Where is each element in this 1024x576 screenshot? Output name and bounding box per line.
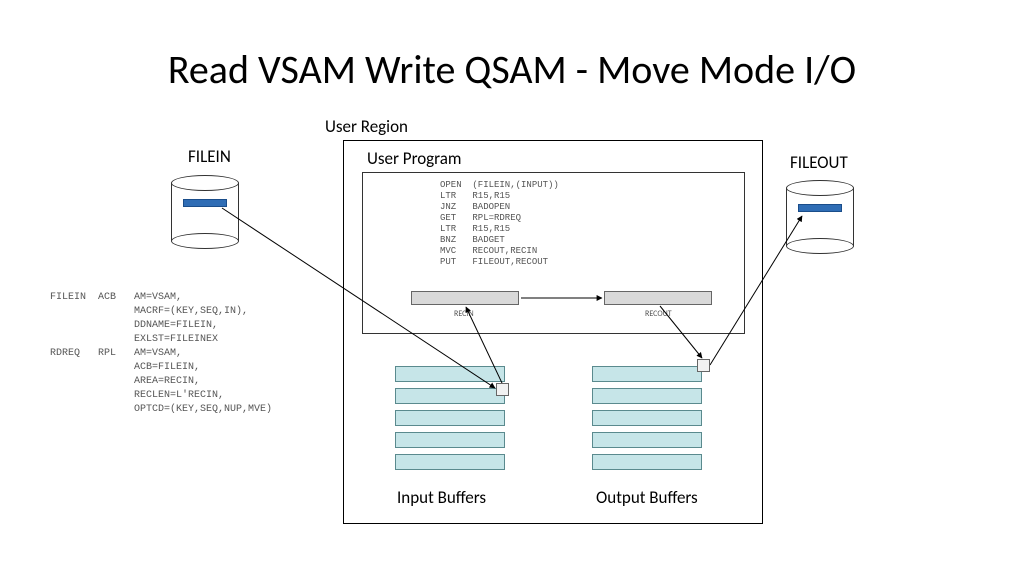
user-program-label: User Program xyxy=(367,148,462,169)
buffer-row xyxy=(395,432,505,448)
recin-label: RECIN xyxy=(454,309,474,319)
filein-cylinder-icon xyxy=(171,175,239,249)
output-buffers xyxy=(592,366,702,470)
page-title: Read VSAM Write QSAM - Move Mode I/O xyxy=(0,45,1024,94)
buffer-row xyxy=(395,366,505,382)
buffer-row xyxy=(592,366,702,382)
input-buffer-pointer-icon xyxy=(496,383,509,396)
user-region-label: User Region xyxy=(325,116,408,137)
recin-box xyxy=(411,291,519,305)
buffer-row xyxy=(592,454,702,470)
fileout-cylinder-icon xyxy=(786,180,854,254)
recout-label: RECOUT xyxy=(645,309,672,319)
buffer-row xyxy=(592,432,702,448)
buffer-row xyxy=(395,454,505,470)
input-buffers-label: Input Buffers xyxy=(397,487,486,508)
buffer-row xyxy=(592,410,702,426)
side-code-block: FILEIN ACB AM=VSAM, MACRF=(KEY,SEQ,IN), … xyxy=(50,291,272,417)
fileout-label: FILEOUT xyxy=(790,152,848,173)
code-block: OPEN (FILEIN,(INPUT)) LTR R15,R15 JNZ BA… xyxy=(440,180,559,268)
buffer-row xyxy=(395,388,505,404)
recout-box xyxy=(604,291,712,305)
filein-label: FILEIN xyxy=(188,146,231,167)
output-buffers-label: Output Buffers xyxy=(596,487,698,508)
buffer-row xyxy=(592,388,702,404)
input-buffers xyxy=(395,366,505,470)
output-buffer-pointer-icon xyxy=(697,359,710,372)
buffer-row xyxy=(395,410,505,426)
